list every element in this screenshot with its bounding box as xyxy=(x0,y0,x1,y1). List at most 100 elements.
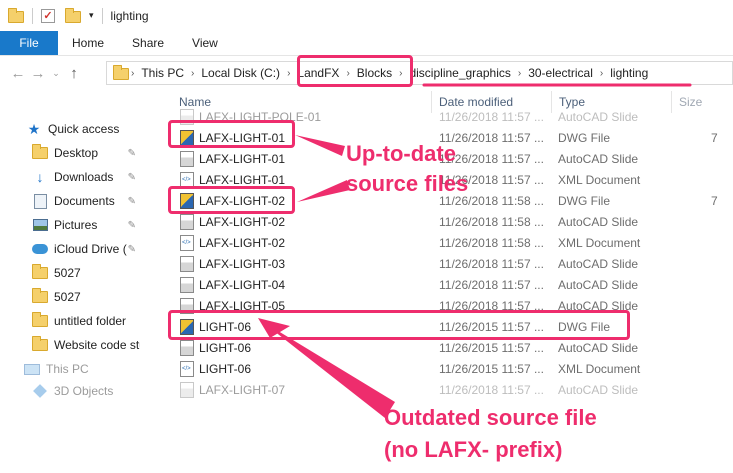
file-name: LIGHT-06 xyxy=(199,361,252,376)
folder-icon xyxy=(8,7,24,23)
sidebar-item-label: iCloud Drive ( xyxy=(54,242,127,256)
slide-file-icon xyxy=(180,255,194,272)
sidebar-item-this-pc[interactable]: This PC xyxy=(0,357,140,381)
sidebar-item-pictures[interactable]: Pictures ✎ xyxy=(0,213,140,237)
breadcrumb-local-disk[interactable]: Local Disk (C:) xyxy=(196,66,285,80)
callout-uptodate-line1: Up-to-date xyxy=(346,141,456,166)
file-row[interactable]: LAFX-LIGHT-02 11/26/2018 11:58 ... AutoCAD… xyxy=(168,211,733,232)
quick-access-toolbar-dropdown-icon[interactable]: ▾ xyxy=(89,10,94,21)
sidebar-item-label: untitled folder xyxy=(54,314,127,328)
file-type: AutoCAD Slide xyxy=(558,277,639,292)
folder-icon xyxy=(113,65,129,80)
pin-icon[interactable]: ✎ xyxy=(128,244,136,255)
pin-icon[interactable]: ✎ xyxy=(128,220,136,231)
file-type: AutoCAD Slide xyxy=(558,214,639,229)
file-size: 7 xyxy=(711,130,718,145)
sidebar-item-3d-objects[interactable]: 3D Objects xyxy=(0,379,140,403)
breadcrumb-lighting[interactable]: lighting xyxy=(605,66,653,80)
properties-icon[interactable]: ✓ xyxy=(41,8,57,23)
slide-file-icon xyxy=(180,381,194,398)
file-row[interactable]: LIGHT-06 11/26/2015 11:57 ... XML Document xyxy=(168,358,733,379)
breadcrumb-this-pc[interactable]: This PC xyxy=(136,66,189,80)
chevron-right-icon[interactable]: › xyxy=(598,68,605,79)
sidebar-item-label: Pictures xyxy=(54,218,98,232)
back-arrow-icon[interactable]: ← xyxy=(8,65,28,82)
file-type: AutoCAD Slide xyxy=(558,109,639,124)
tab-file[interactable]: File xyxy=(0,31,58,55)
sidebar-item-documents[interactable]: Documents ✎ xyxy=(0,189,140,213)
file-date: 11/26/2018 11:57 ... xyxy=(439,277,544,292)
up-arrow-icon[interactable]: ↑ xyxy=(64,65,84,82)
tab-share[interactable]: Share xyxy=(118,31,178,55)
file-name: LAFX-LIGHT-01 xyxy=(199,172,286,187)
tab-home[interactable]: Home xyxy=(58,31,118,55)
breadcrumb-30-electrical[interactable]: 30-electrical xyxy=(523,66,598,80)
sidebar-item-untitled-folder[interactable]: untitled folder xyxy=(0,309,140,333)
folder-icon xyxy=(32,264,48,281)
chevron-right-icon[interactable]: › xyxy=(516,68,523,79)
slide-file-icon xyxy=(180,213,194,230)
xml-file-icon xyxy=(180,360,194,377)
slide-file-icon xyxy=(180,276,194,293)
pin-icon[interactable]: ✎ xyxy=(128,196,136,207)
sidebar-item-desktop[interactable]: Desktop ✎ xyxy=(0,141,140,165)
recent-locations-chevron-icon[interactable]: ⌄ xyxy=(48,68,64,79)
sidebar-item-label: Downloads xyxy=(54,170,114,184)
3d-objects-icon xyxy=(32,383,48,399)
pin-icon[interactable]: ✎ xyxy=(128,148,136,159)
file-row[interactable]: LIGHT-06 11/26/2015 11:57 ... AutoCAD Slid… xyxy=(168,337,733,358)
file-row[interactable]: LAFX-LIGHT-07 11/26/2018 11:57 ... AutoCAD… xyxy=(168,379,733,400)
callout-outdated-line1: Outdated source file xyxy=(384,405,597,430)
callout-uptodate-line2: source files xyxy=(346,171,469,196)
annotation-box-lafx-light-02 xyxy=(168,186,295,214)
sidebar-item-quick-access[interactable]: ★ Quick access xyxy=(0,117,140,141)
file-date: 11/26/2015 11:57 ... xyxy=(439,361,544,376)
sidebar-item-downloads[interactable]: ↓ Downloads ✎ xyxy=(0,165,140,189)
tab-view[interactable]: View xyxy=(178,31,232,55)
file-row[interactable]: LAFX-LIGHT-03 11/26/2018 11:57 ... AutoCAD… xyxy=(168,253,733,274)
chevron-right-icon[interactable]: › xyxy=(189,68,196,79)
cloud-icon xyxy=(32,241,48,257)
file-name: LAFX-LIGHT-03 xyxy=(199,256,286,271)
file-type: XML Document xyxy=(558,361,641,376)
callout-outdated-line2: (no LAFX- prefix) xyxy=(384,437,563,462)
file-row[interactable]: LAFX-LIGHT-04 11/26/2018 11:57 ... AutoCAD… xyxy=(168,274,733,295)
sidebar-item-5027[interactable]: 5027 xyxy=(0,285,140,309)
address-bar[interactable]: › This PC › Local Disk (C:) › LandFX › B… xyxy=(106,61,733,85)
computer-icon xyxy=(24,361,40,377)
annotation-box-landfx-blocks xyxy=(297,55,413,87)
window-title: lighting xyxy=(110,8,149,23)
navigation-pane: ★ Quick access Desktop ✎ ↓ Downloads ✎ D… xyxy=(0,113,140,473)
file-date: 11/26/2018 11:57 ... xyxy=(439,109,544,124)
file-type: AutoCAD Slide xyxy=(558,382,639,397)
breadcrumb-discipline-graphics[interactable]: discipline_graphics xyxy=(404,66,515,80)
slide-file-icon xyxy=(180,150,194,167)
file-row[interactable]: LAFX-LIGHT-02 11/26/2018 11:58 ... XML Doc… xyxy=(168,232,733,253)
file-type: AutoCAD Slide xyxy=(558,340,639,355)
chevron-right-icon[interactable]: › xyxy=(285,68,292,79)
file-type: XML Document xyxy=(558,235,641,250)
sidebar-item-website-code[interactable]: Website code stu xyxy=(0,333,140,357)
file-name: LAFX-LIGHT-07 xyxy=(199,382,286,397)
file-name: LIGHT-06 xyxy=(199,340,252,355)
title-bar: ✓ ▾ lighting xyxy=(0,0,733,31)
file-type: AutoCAD Slide xyxy=(558,256,639,271)
new-folder-icon[interactable] xyxy=(65,7,81,23)
chevron-right-icon[interactable]: › xyxy=(129,68,136,79)
slide-file-icon xyxy=(180,339,194,356)
file-name: LAFX-LIGHT-01 xyxy=(199,151,286,166)
sidebar-item-icloud-drive[interactable]: iCloud Drive ( ✎ xyxy=(0,237,140,261)
ribbon-tabs: File Home Share View xyxy=(0,31,733,56)
pin-icon[interactable]: ✎ xyxy=(128,172,136,183)
file-name: LAFX-LIGHT-04 xyxy=(199,277,286,292)
forward-arrow-icon[interactable]: → xyxy=(28,65,48,82)
sidebar-item-label: Website code stu xyxy=(54,338,140,352)
file-type: DWG File xyxy=(558,193,610,208)
folder-icon xyxy=(32,312,48,329)
sidebar-item-label: 5027 xyxy=(54,266,81,280)
sidebar-item-label: 5027 xyxy=(54,290,81,304)
sidebar-item-5027[interactable]: 5027 xyxy=(0,261,140,285)
star-icon: ★ xyxy=(27,120,41,137)
folder-icon xyxy=(32,288,48,305)
file-type: AutoCAD Slide xyxy=(558,151,639,166)
